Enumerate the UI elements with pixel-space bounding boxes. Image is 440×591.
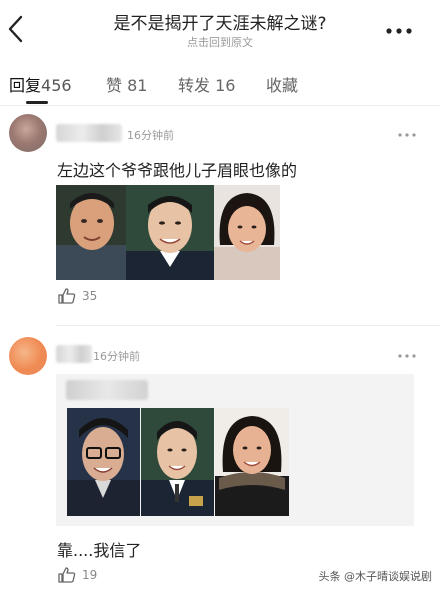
tab-likes[interactable]: 赞 81 bbox=[106, 72, 147, 96]
comment-text: 左边这个爷爷跟他儿子眉眼也像的 bbox=[57, 161, 298, 180]
tab-favorites-label: 收藏 bbox=[266, 76, 299, 95]
tab-likes-label: 赞 bbox=[106, 76, 123, 95]
tab-reposts-count: 16 bbox=[215, 76, 236, 95]
tab-reposts-label: 转发 bbox=[178, 76, 211, 95]
photo-older-man[interactable] bbox=[56, 185, 126, 280]
tab-replies[interactable]: 回复456 bbox=[9, 72, 72, 96]
quoted-username-blurred bbox=[66, 380, 148, 400]
avatar[interactable] bbox=[9, 114, 47, 152]
tab-bar: 回复456 赞 81 转发 16 收藏 bbox=[0, 62, 440, 106]
more-dots-icon bbox=[398, 354, 416, 358]
comment-time: 16分钟前 bbox=[93, 350, 140, 363]
more-dots-icon bbox=[398, 133, 416, 137]
photo-young-man-suit[interactable] bbox=[141, 408, 214, 516]
tab-reposts[interactable]: 转发 16 bbox=[178, 72, 235, 96]
more-dots-icon bbox=[386, 28, 412, 34]
back-to-original-link[interactable]: 点击回到原文 bbox=[0, 34, 440, 50]
comment-more-button[interactable] bbox=[398, 126, 416, 142]
photo-young-man[interactable] bbox=[126, 185, 214, 280]
active-tab-indicator bbox=[26, 101, 48, 104]
divider bbox=[56, 325, 440, 326]
like-count: 35 bbox=[82, 289, 98, 303]
like-count: 19 bbox=[82, 568, 98, 582]
comment-more-button[interactable] bbox=[398, 347, 416, 363]
tab-replies-count: 456 bbox=[41, 76, 72, 95]
page-title: 是不是揭开了天涯未解之谜? bbox=[113, 14, 327, 34]
watermark: 头条 @木子晴谈娱说剧 bbox=[318, 570, 433, 583]
photo-woman[interactable] bbox=[214, 185, 280, 280]
username-blurred[interactable] bbox=[56, 345, 92, 363]
comment-text: 靠....我信了 bbox=[57, 541, 142, 560]
more-options-button[interactable] bbox=[386, 26, 412, 35]
tab-favorites[interactable]: 收藏 bbox=[266, 72, 298, 96]
thumbs-up-icon bbox=[58, 567, 76, 583]
tab-replies-label: 回复 bbox=[9, 76, 42, 95]
avatar[interactable] bbox=[9, 337, 47, 375]
top-bar: 是不是揭开了天涯未解之谜? 点击回到原文 bbox=[0, 0, 440, 58]
photo-woman-fur[interactable] bbox=[215, 408, 289, 516]
comment-time: 16分钟前 bbox=[127, 129, 174, 142]
like-button[interactable]: 19 bbox=[58, 567, 97, 583]
tab-likes-count: 81 bbox=[127, 76, 148, 95]
photo-man-glasses[interactable] bbox=[67, 408, 140, 516]
username-blurred[interactable] bbox=[56, 124, 122, 142]
like-button[interactable]: 35 bbox=[58, 288, 97, 304]
thumbs-up-icon bbox=[58, 288, 76, 304]
